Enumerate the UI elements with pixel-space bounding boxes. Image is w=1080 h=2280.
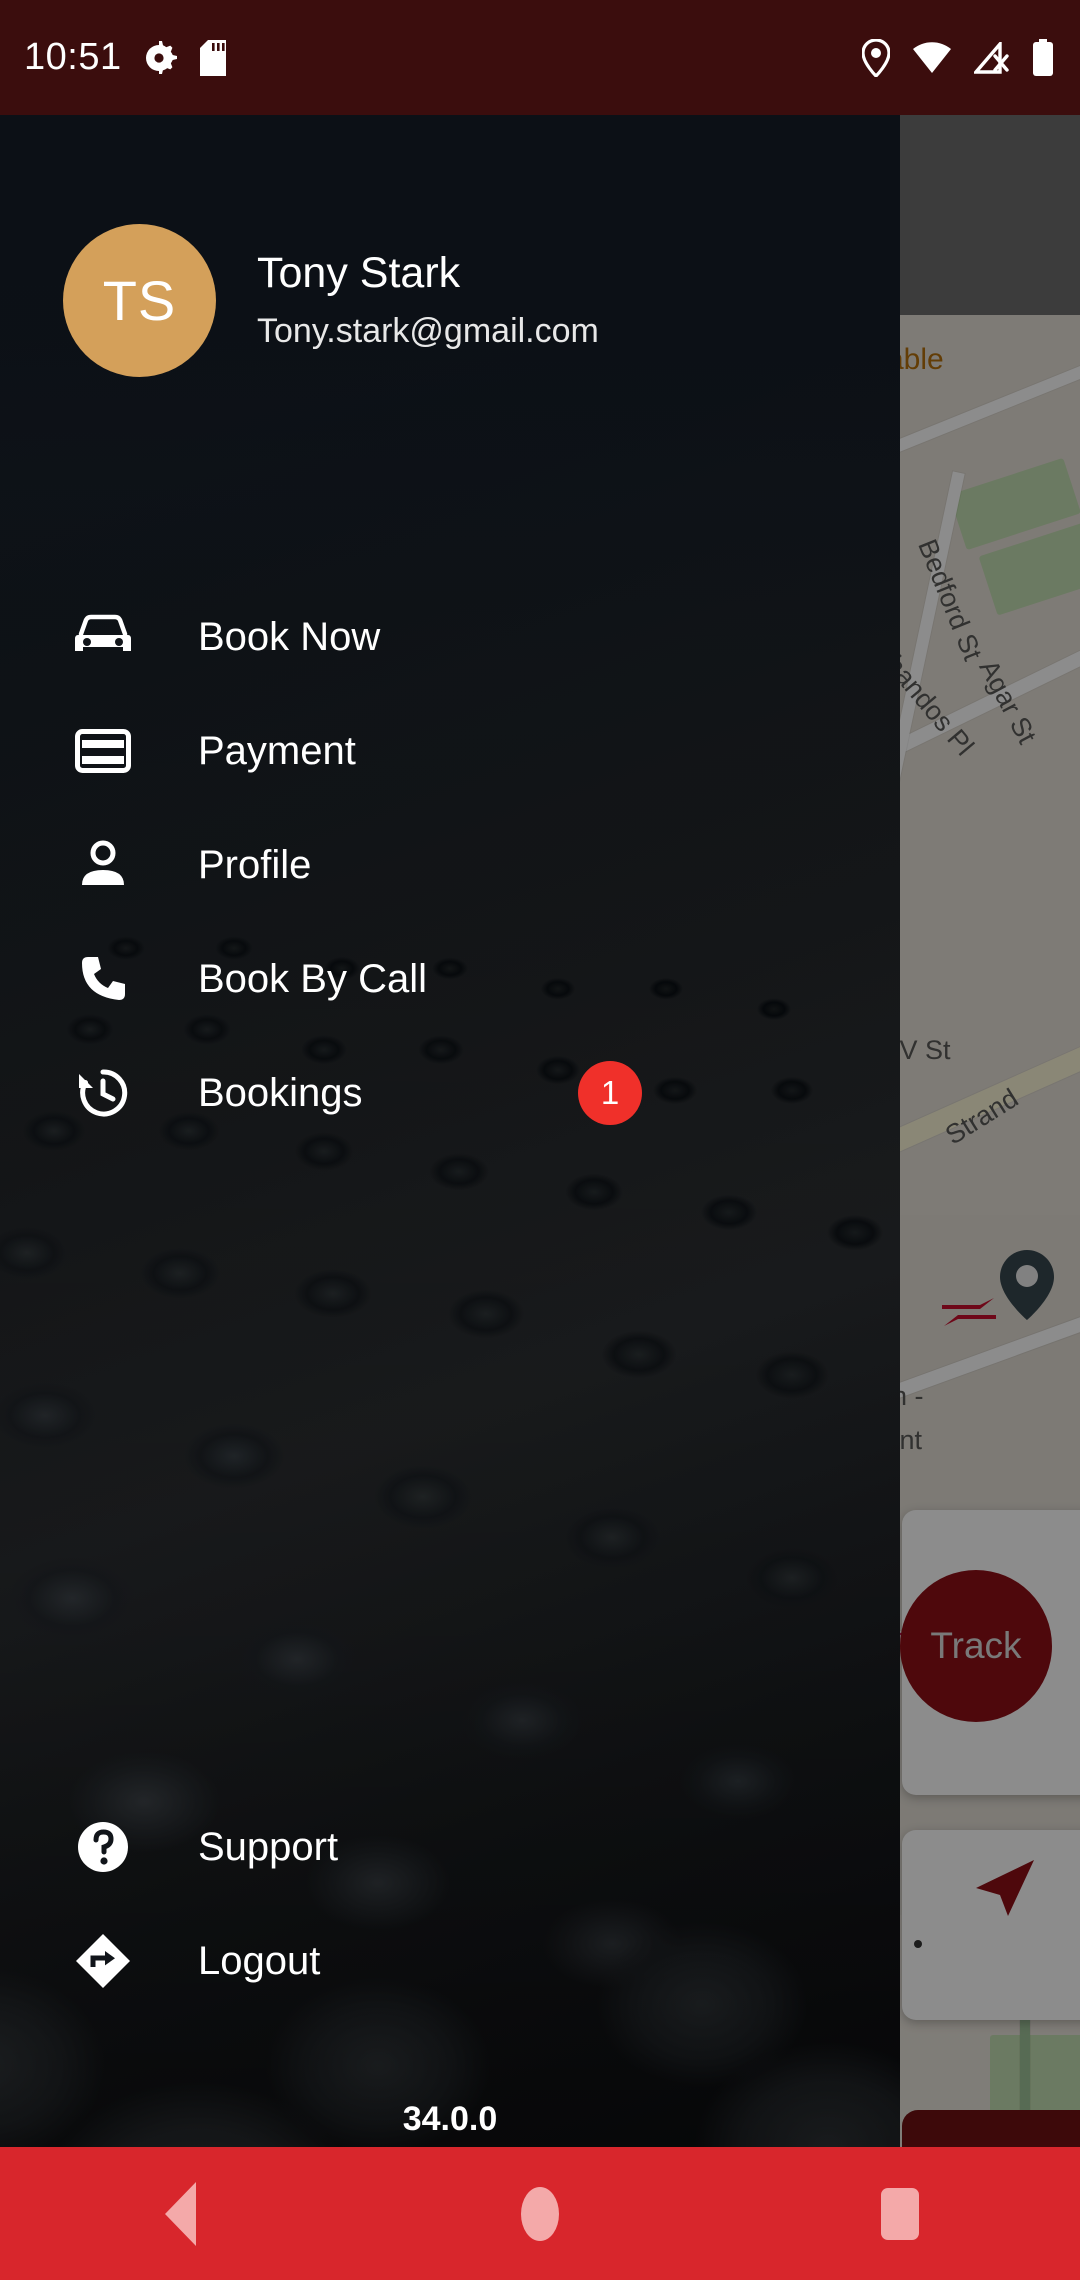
- car-icon: [70, 614, 136, 660]
- square-icon: [881, 2187, 919, 2240]
- profile-email: Tony.stark@gmail.com: [257, 312, 599, 351]
- status-time: 10:51: [24, 36, 122, 78]
- profile-header[interactable]: TS Tony Stark Tony.stark@gmail.com: [0, 205, 900, 395]
- navigation-drawer: TS Tony Stark Tony.stark@gmail.com Book …: [0, 115, 900, 2147]
- history-icon: [70, 1066, 136, 1120]
- menu-item-label: Bookings: [198, 1070, 363, 1115]
- status-badge: 1: [578, 1061, 642, 1125]
- drawer-menu: Book Now Payment Profile Book By Call Bo…: [0, 580, 900, 1150]
- phone-icon: [70, 954, 136, 1004]
- avatar: TS: [63, 223, 216, 377]
- directions-diamond-icon: [70, 1933, 136, 1989]
- gear-icon: [145, 40, 177, 74]
- menu-item-logout[interactable]: Logout: [0, 1904, 900, 2018]
- sd-card-icon: [199, 39, 226, 76]
- menu-item-book-by-call[interactable]: Book By Call: [0, 922, 900, 1036]
- circle-icon: [521, 2186, 559, 2241]
- menu-item-profile[interactable]: Profile: [0, 808, 900, 922]
- menu-item-label: Profile: [198, 842, 312, 887]
- help-circle-icon: [70, 1820, 136, 1874]
- location-pin-icon: [862, 38, 890, 77]
- battery-icon: [1033, 38, 1053, 76]
- triangle-left-icon: [164, 2181, 196, 2246]
- menu-item-payment[interactable]: Payment: [0, 694, 900, 808]
- nav-back-button[interactable]: [0, 2147, 360, 2280]
- nav-home-button[interactable]: [360, 2147, 720, 2280]
- signal-off-icon: [974, 41, 1009, 74]
- drawer-content: TS Tony Stark Tony.stark@gmail.com Book …: [0, 115, 900, 2147]
- profile-text: Tony Stark Tony.stark@gmail.com: [257, 249, 599, 352]
- phone-screen: Table Bedford St Chandos Pl Agar St m IV…: [0, 0, 1080, 2280]
- menu-item-label: Book Now: [198, 614, 381, 659]
- nav-recents-button[interactable]: [720, 2147, 1080, 2280]
- menu-item-book-now[interactable]: Book Now: [0, 580, 900, 694]
- status-bar-right: [862, 0, 1054, 115]
- menu-item-label: Logout: [198, 1938, 321, 1983]
- menu-item-label: Payment: [198, 728, 356, 773]
- wifi-icon: [913, 41, 951, 73]
- status-bar-left: 10:51: [24, 0, 226, 115]
- menu-item-label: Support: [198, 1824, 339, 1869]
- menu-item-label: Book By Call: [198, 956, 427, 1001]
- menu-item-bookings[interactable]: Bookings 1: [0, 1036, 900, 1150]
- status-bar: 10:51: [0, 0, 1080, 115]
- drawer-bottom-menu: Support Logout: [0, 1790, 900, 2018]
- menu-item-support[interactable]: Support: [0, 1790, 900, 1904]
- app-version: 34.0.0: [402, 2100, 498, 2138]
- person-icon: [70, 840, 136, 890]
- credit-card-icon: [70, 729, 136, 773]
- profile-name: Tony Stark: [257, 248, 461, 297]
- system-navigation-bar: [0, 2147, 1080, 2280]
